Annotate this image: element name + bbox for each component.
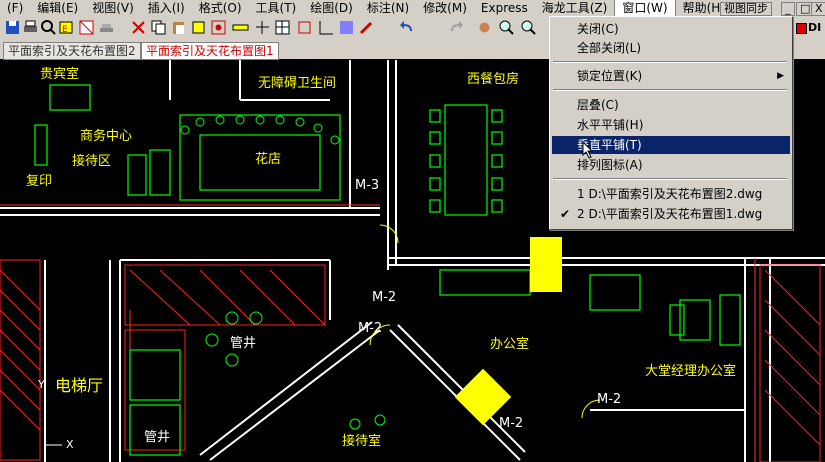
print-icon[interactable] [22, 19, 39, 36]
paste-icon[interactable] [170, 19, 187, 36]
color-red-swatch[interactable] [796, 23, 807, 34]
cut-icon[interactable] [130, 19, 147, 36]
text-icon[interactable] [254, 19, 271, 36]
save-icon[interactable] [4, 19, 21, 36]
match-properties-icon[interactable] [190, 19, 207, 36]
zoom-extents-icon[interactable] [296, 19, 313, 36]
view-sync-button[interactable]: 视图同步 [720, 2, 772, 16]
room-label: 接待室 [342, 434, 382, 449]
plot-preview-icon[interactable] [40, 19, 57, 36]
room-label: 贵宾室 [40, 67, 80, 82]
pencil-icon[interactable] [358, 19, 375, 36]
room-label: 花店 [255, 152, 282, 167]
copy-icon[interactable] [150, 19, 167, 36]
pan-icon[interactable] [476, 19, 493, 36]
menu-modify[interactable]: 修改(M) [416, 0, 474, 16]
menu-express[interactable]: Express [474, 0, 535, 16]
room-label: 西餐包房 [467, 72, 520, 87]
block-icon[interactable] [210, 19, 227, 36]
dwg-label: DI [808, 21, 822, 34]
hatch-icon[interactable] [318, 19, 335, 36]
menu-item-label: 水平平铺(H) [577, 118, 644, 132]
room-label: 复印 [26, 174, 53, 189]
menu-item-label: 全部关闭(L) [577, 41, 642, 55]
room-label: 无障碍卫生间 [258, 76, 337, 91]
table-icon[interactable] [274, 19, 291, 36]
door-tag: M-2 [597, 392, 622, 407]
undo-icon[interactable] [398, 19, 415, 36]
menu-tools[interactable]: 工具(T) [249, 0, 304, 16]
redo-icon[interactable] [448, 19, 465, 36]
menu-draw[interactable]: 绘图(D) [303, 0, 360, 16]
checkmark-icon: ✔ [560, 207, 571, 221]
menu-file[interactable]: (F) [0, 0, 30, 16]
menu-separator [553, 178, 787, 180]
close-button[interactable]: X [811, 2, 825, 16]
door-tag: M-2 [372, 290, 397, 305]
menu-item-label: 锁定位置(K) [577, 69, 643, 83]
room-label: 电梯厅 [55, 376, 104, 395]
menu-dimension[interactable]: 标注(N) [360, 0, 416, 16]
menu-item-document-2[interactable]: 1 D:\平面索引及天花布置图2.dwg [552, 185, 790, 203]
menu-edit[interactable]: 编辑(E) [30, 0, 85, 16]
menu-item-close-all[interactable]: 全部关闭(L) [552, 39, 790, 57]
submenu-arrow-icon: ▶ [777, 71, 784, 81]
room-label: 接待区 [72, 154, 112, 169]
menu-item-document-1[interactable]: ✔ 2 D:\平面索引及天花布置图1.dwg [552, 205, 790, 223]
room-label: 管井 [230, 336, 257, 351]
menu-item-label: 关闭(C) [577, 22, 619, 36]
zoom-window-icon[interactable] [520, 19, 537, 36]
door-tag: M-2 [358, 321, 383, 336]
ucs-icon [44, 390, 62, 446]
plants [180, 115, 386, 430]
menu-format[interactable]: 格式(O) [192, 0, 249, 16]
menu-hailong-tools[interactable]: 海龙工具(Z) [535, 0, 615, 16]
menu-item-label: 层叠(C) [577, 98, 619, 112]
tab-drawing-2[interactable]: 平面索引及天花布置图2 [3, 42, 141, 60]
publish-icon[interactable]: E [58, 19, 75, 36]
menu-view[interactable]: 视图(V) [85, 0, 141, 16]
room-label: 商务中心 [80, 129, 133, 144]
measure-icon[interactable] [232, 19, 249, 36]
door-tag: M-3 [355, 178, 380, 193]
room-label: 管井 [144, 430, 171, 445]
menu-separator [553, 89, 787, 91]
mouse-cursor-icon [582, 141, 594, 159]
yellow-block [530, 237, 562, 292]
menu-item-label: 2 D:\平面索引及天花布置图1.dwg [577, 207, 763, 221]
menu-item-close[interactable]: 关闭(C) [552, 20, 790, 38]
tab-drawing-1[interactable]: 平面索引及天花布置图1 [141, 42, 279, 60]
menu-item-tile-horizontal[interactable]: 水平平铺(H) [552, 116, 790, 134]
menu-item-label: 1 D:\平面索引及天花布置图2.dwg [577, 187, 763, 201]
menu-window[interactable]: 窗口(W) [614, 0, 676, 17]
axis-x-label: X [66, 438, 74, 451]
menu-item-label: 排列图标(A) [577, 158, 643, 172]
axis-y-label: Y [38, 378, 45, 391]
menu-bar: (F) 编辑(E) 视图(V) 插入(I) 格式(O) 工具(T) 绘图(D) … [0, 0, 825, 17]
gradient-icon[interactable] [338, 19, 355, 36]
menu-insert[interactable]: 插入(I) [141, 0, 192, 16]
room-label: 大堂经理办公室 [645, 364, 737, 379]
layer-icon[interactable] [78, 19, 95, 36]
svg-text:E: E [62, 25, 68, 35]
window-menu: 关闭(C) 全部关闭(L) 锁定位置(K) ▶ 层叠(C) 水平平铺(H) 垂直平… [549, 16, 793, 230]
menu-separator [553, 61, 787, 63]
zoom-realtime-icon[interactable] [498, 19, 515, 36]
minimize-button[interactable]: _ [781, 2, 795, 16]
door-tag: M-2 [499, 416, 524, 431]
stack-icon[interactable] [98, 19, 115, 36]
menu-item-cascade[interactable]: 层叠(C) [552, 96, 790, 114]
menu-item-lock-position[interactable]: 锁定位置(K) ▶ [552, 67, 790, 85]
room-label: 办公室 [490, 337, 530, 352]
